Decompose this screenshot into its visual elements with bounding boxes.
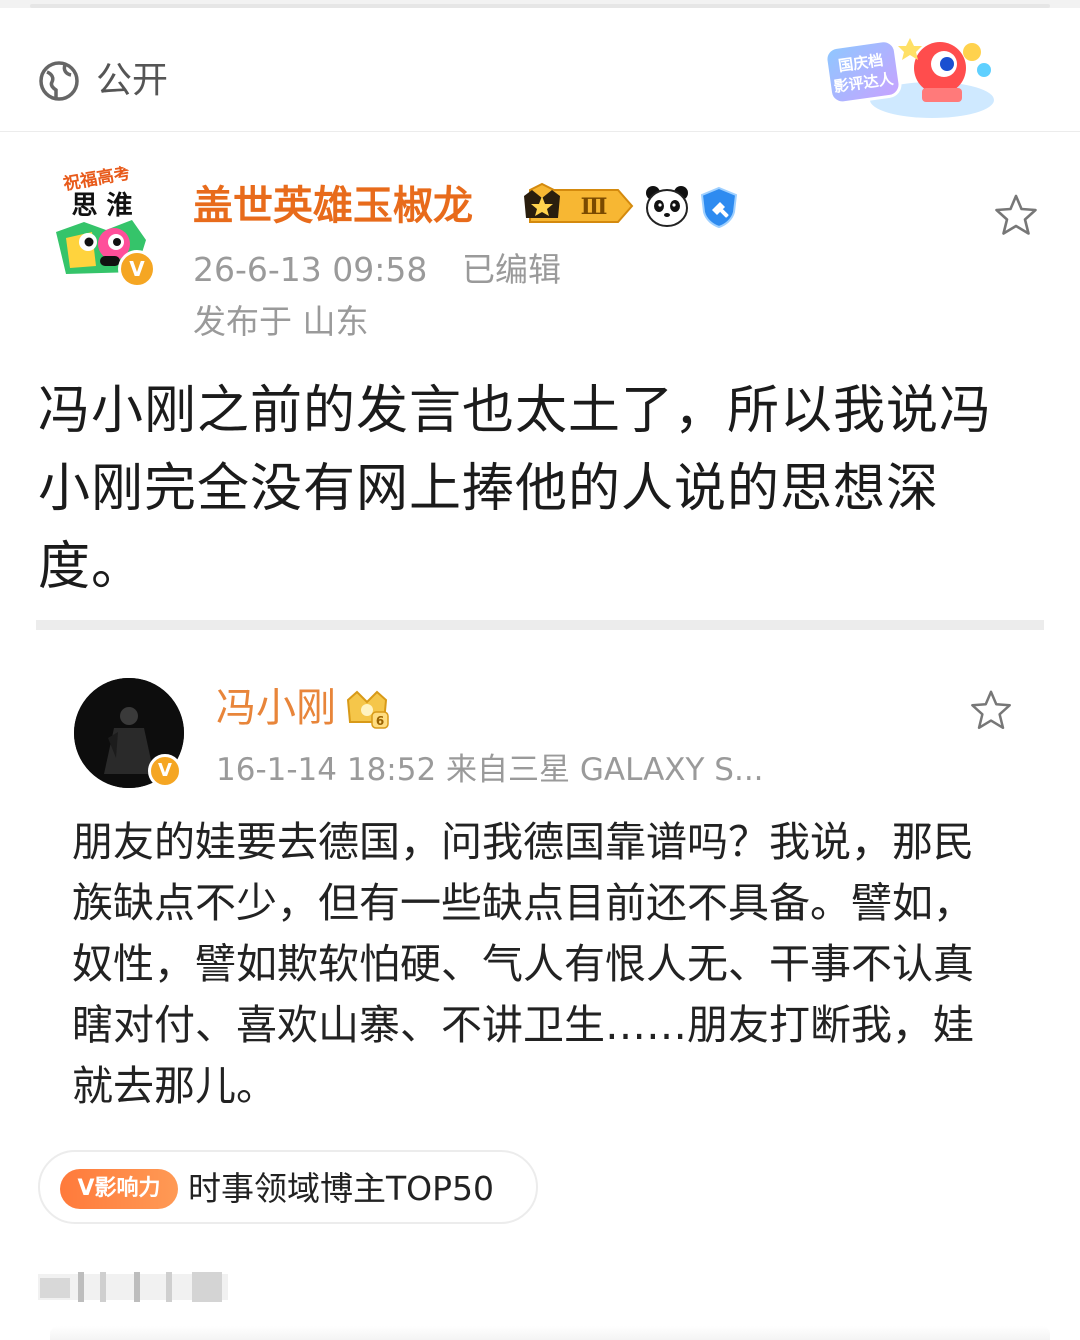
- visibility-header: 公开 国庆档 影评达人: [0, 8, 1080, 132]
- author-name[interactable]: 盖世英雄玉椒龙: [193, 180, 473, 232]
- shield-badge-icon: [700, 186, 738, 228]
- bottom-card-edge: [50, 1326, 1050, 1340]
- blurred-footer-text: [38, 1272, 228, 1302]
- influence-text: 时事领域博主TOP50: [188, 1169, 495, 1208]
- quoted-post-text: 朋友的娃要去德国，问我德国靠谱吗？我说，那民族缺点不少，但有一些缺点目前还不具备…: [72, 818, 974, 1110]
- quoted-author-name[interactable]: 冯小刚: [216, 682, 336, 734]
- quoted-timestamp: 16-1-14 18:52: [216, 752, 437, 788]
- post-text: 冯小刚之前的发言也太土了，所以我说冯小刚完全没有网上捧他的人说的思想深度。: [38, 381, 993, 597]
- edited-label[interactable]: 已编辑: [462, 250, 561, 290]
- quoted-favorite-star-icon[interactable]: [968, 688, 1014, 734]
- visibility-label[interactable]: 公开: [96, 60, 168, 102]
- vip-level: Ⅲ: [581, 194, 608, 220]
- verified-badge-icon: V: [118, 250, 156, 288]
- vip-crown-badge-icon[interactable]: Ⅲ: [518, 182, 636, 230]
- top-divider: [0, 0, 1080, 8]
- post-timestamp: 26-6-13 09:58: [193, 250, 428, 289]
- crown-level: 6: [376, 714, 384, 728]
- crown-level-icon: 6: [346, 690, 389, 729]
- quoted-source: 来自三星 GALAXY S...: [446, 752, 764, 788]
- influence-tag[interactable]: V影响力 时事领域博主TOP50: [38, 1150, 538, 1224]
- favorite-star-icon[interactable]: [992, 192, 1040, 240]
- panda-icon: [646, 186, 688, 227]
- event-badge-illustration[interactable]: 国庆档 影评达人: [822, 30, 1002, 126]
- post-location: 发布于 山东: [193, 302, 369, 341]
- quoted-verified-badge-icon: V: [148, 754, 182, 788]
- globe-icon: [39, 61, 79, 101]
- avatar-caption-mid: 思 淮: [71, 191, 132, 221]
- quoted-post-card[interactable]: V 冯小刚 6 16-1-14 18:52 来自三星 GALAXY S... 朋…: [36, 620, 1044, 1130]
- influence-pill: V影响力: [60, 1169, 178, 1209]
